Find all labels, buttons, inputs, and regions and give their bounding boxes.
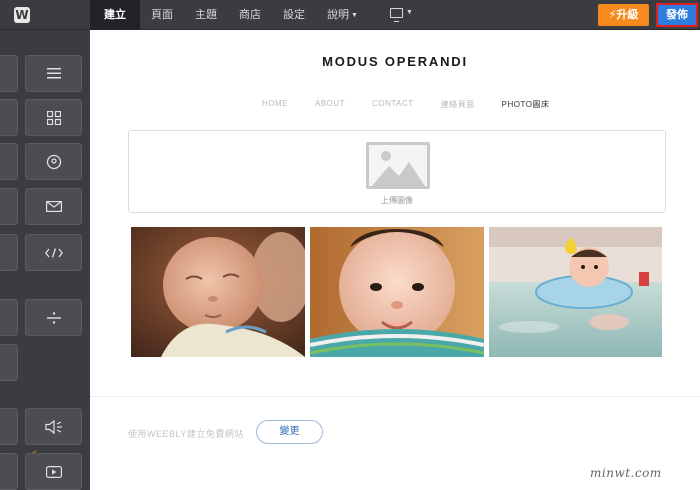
element-tile-map[interactable] — [25, 143, 82, 180]
tab-help-label: 說明 — [327, 9, 349, 21]
element-tile[interactable] — [0, 344, 18, 381]
grid-icon — [26, 100, 81, 135]
divider-icon — [26, 300, 81, 335]
desktop-preview-icon[interactable] — [390, 8, 403, 22]
speaker-icon — [26, 409, 81, 444]
tab-store[interactable]: 商店 — [228, 0, 272, 30]
element-tile-gallery[interactable] — [25, 99, 82, 136]
chevron-down-icon: ▼ — [406, 9, 413, 16]
tab-help[interactable]: 說明 ▼ — [316, 0, 369, 30]
site-nav-contact-page[interactable]: 連絡頁面 — [441, 99, 475, 110]
element-tile[interactable] — [0, 408, 18, 445]
element-tile-divider[interactable] — [25, 299, 82, 336]
element-sidebar: ⚡ — [0, 30, 90, 490]
tab-settings[interactable]: 設定 — [272, 0, 316, 30]
video-icon — [26, 454, 81, 489]
element-tile-contact[interactable] — [25, 188, 82, 225]
site-nav-about[interactable]: ABOUT — [315, 99, 345, 110]
site-title[interactable]: MODUS OPERANDI — [90, 54, 700, 69]
footer-credit-text: 使用WEEBLY建立免費網站 — [128, 429, 244, 439]
element-tile[interactable] — [0, 55, 18, 92]
element-tile[interactable] — [0, 188, 18, 225]
gallery-photo[interactable] — [489, 227, 662, 357]
element-tile-embed-code[interactable] — [25, 234, 82, 271]
element-tile[interactable] — [0, 453, 18, 490]
site-navigation: HOME ABOUT CONTACT 連絡頁面 PHOTO圖床 — [262, 99, 576, 110]
weebly-logo-icon[interactable]: W — [14, 7, 30, 23]
element-tile-menu[interactable] — [25, 55, 82, 92]
element-tile[interactable] — [0, 234, 18, 271]
element-tile[interactable] — [0, 143, 18, 180]
map-pin-icon — [26, 144, 81, 179]
top-toolbar: W 建立 頁面 主題 商店 設定 說明 ▼ ▼ ⚡升級 發佈 — [0, 0, 700, 30]
element-tile-audio[interactable] — [25, 408, 82, 445]
element-tile[interactable] — [0, 99, 18, 136]
code-icon — [26, 235, 81, 270]
upgrade-button[interactable]: ⚡升級 — [598, 4, 649, 26]
element-tile[interactable] — [0, 299, 18, 336]
publish-button[interactable]: 發佈 — [656, 3, 698, 27]
menu-icon — [26, 56, 81, 91]
tab-build[interactable]: 建立 — [90, 0, 140, 30]
image-upload-area[interactable]: 上傳圖像 — [128, 130, 666, 213]
tab-pages[interactable]: 頁面 — [140, 0, 184, 30]
editor-nav: 建立 頁面 主題 商店 設定 說明 ▼ — [90, 0, 369, 30]
tab-theme[interactable]: 主題 — [184, 0, 228, 30]
upgrade-label: 升級 — [616, 9, 639, 21]
element-tile-video[interactable] — [25, 453, 82, 490]
watermark: minwt.com — [590, 466, 662, 480]
chevron-down-icon: ▼ — [351, 12, 358, 19]
mail-icon — [26, 189, 81, 224]
gallery-photo[interactable] — [310, 227, 484, 357]
gallery-photo[interactable] — [131, 227, 305, 357]
site-nav-photo[interactable]: PHOTO圖床 — [502, 99, 550, 110]
section-divider — [90, 396, 700, 397]
image-placeholder-icon — [366, 142, 430, 189]
change-footer-button[interactable]: 變更 — [256, 420, 323, 444]
site-nav-contact[interactable]: CONTACT — [372, 99, 414, 110]
upload-image-label: 上傳圖像 — [381, 196, 413, 205]
site-nav-home[interactable]: HOME — [262, 99, 288, 110]
